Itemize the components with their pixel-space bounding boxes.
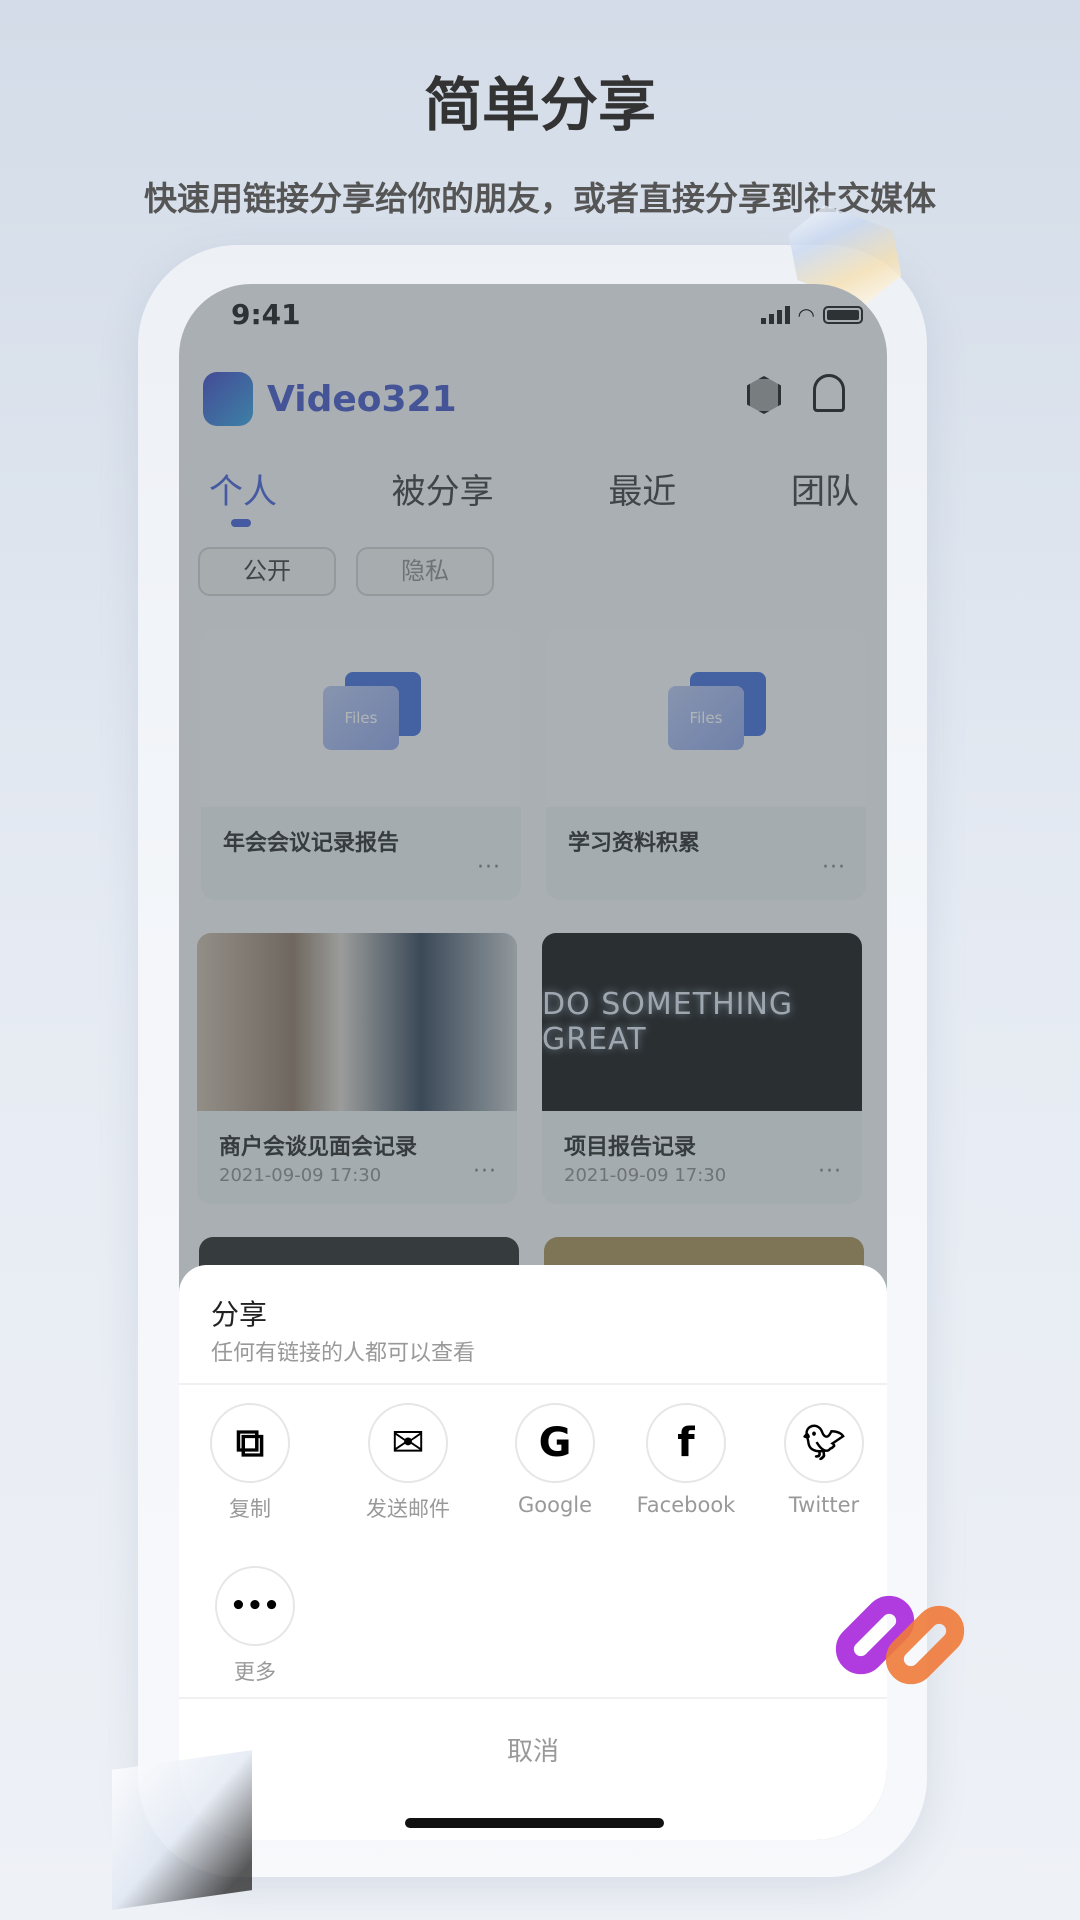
copy-icon: ⧉ [210, 1403, 290, 1483]
twitter-icon: 🐦︎ [784, 1403, 864, 1483]
share-title: 分享 [211, 1298, 268, 1331]
google-icon: G [515, 1403, 595, 1483]
page-title: 简单分享 [423, 71, 656, 139]
facebook-icon: f [646, 1403, 726, 1483]
glass-cube-decoration [112, 1750, 252, 1910]
divider [179, 1697, 887, 1699]
mail-icon: ✉ [368, 1403, 448, 1483]
share-copy-button[interactable]: ⧉ 复制 [185, 1403, 315, 1523]
share-twitter-button[interactable]: 🐦︎ Twitter [759, 1403, 887, 1517]
more-icon: ••• [215, 1566, 295, 1646]
share-facebook-button[interactable]: f Facebook [621, 1403, 751, 1517]
share-more-button[interactable]: ••• 更多 [190, 1566, 320, 1686]
share-google-button[interactable]: G Google [490, 1403, 620, 1517]
share-subtitle: 任何有链接的人都可以查看 [211, 1341, 476, 1366]
share-email-button[interactable]: ✉ 发送邮件 [343, 1403, 473, 1523]
cancel-button[interactable]: 取消 [179, 1731, 887, 1768]
home-indicator [405, 1818, 664, 1828]
divider [179, 1383, 887, 1385]
phone-screen: 9:41 ◠ Video321 个人 被分享 最近 团队 公开 隐私 Files… [179, 284, 887, 1840]
page-subtitle: 快速用链接分享给你的朋友，或者直接分享到社交媒体 [144, 179, 936, 218]
share-sheet: 分享 任何有链接的人都可以查看 ⧉ 复制 ✉ 发送邮件 G Google f Faceb… [179, 1265, 887, 1840]
